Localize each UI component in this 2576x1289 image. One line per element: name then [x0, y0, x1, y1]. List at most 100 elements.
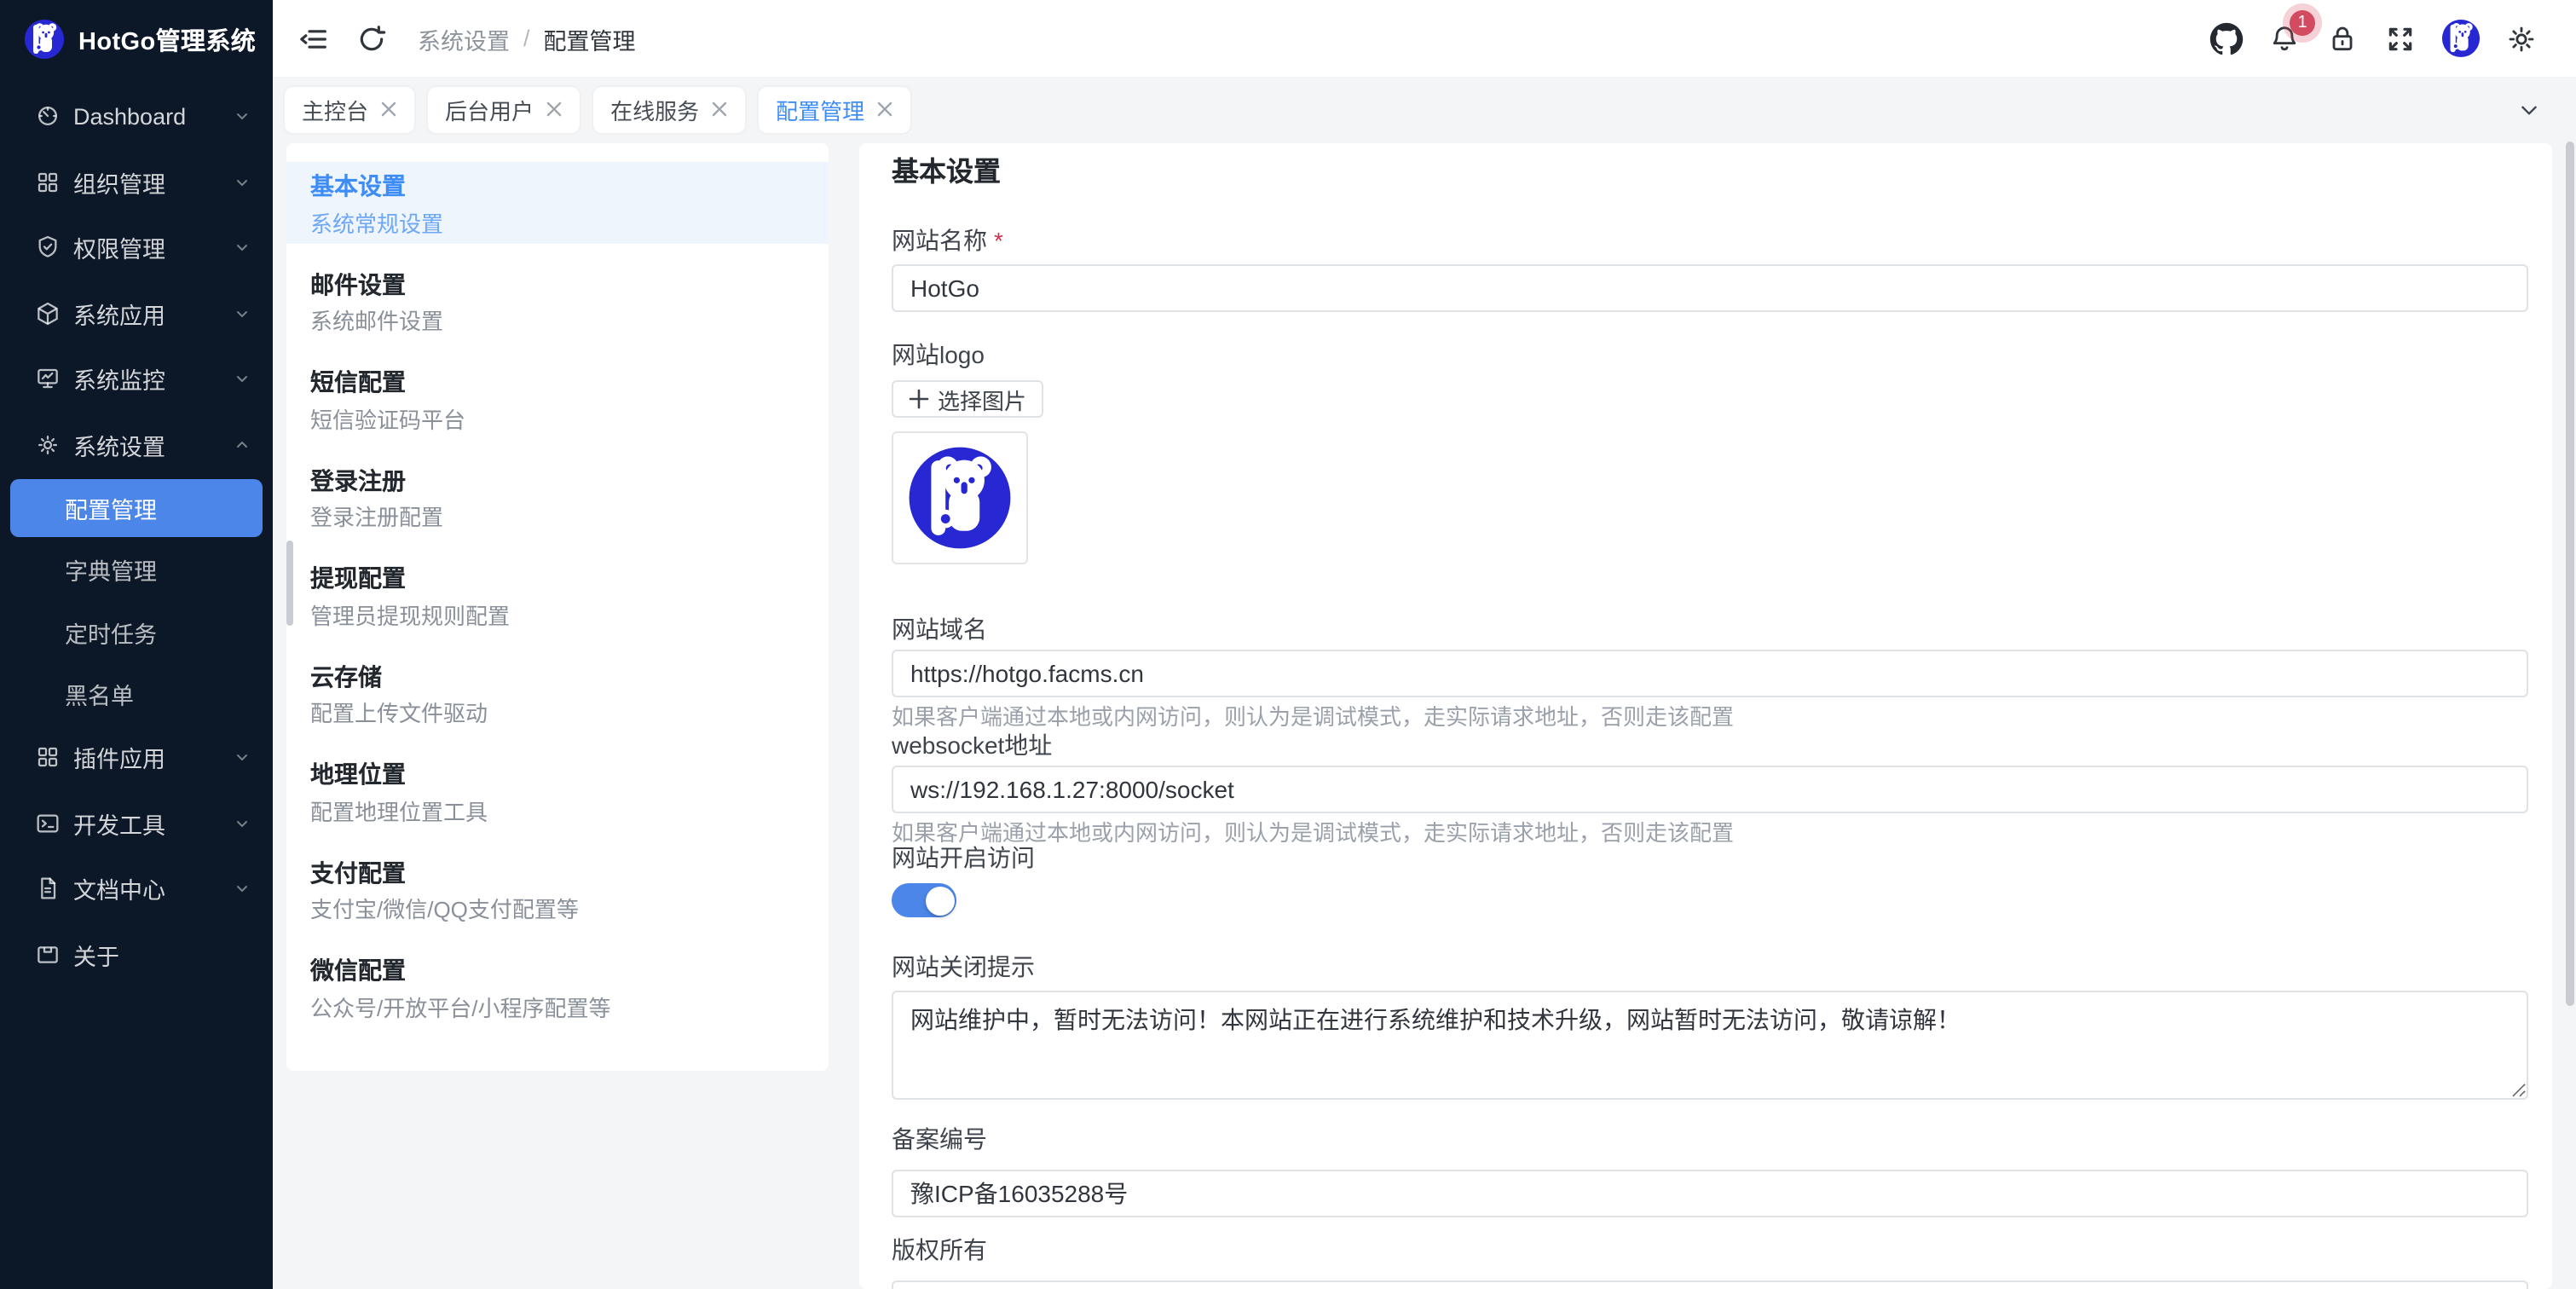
sidebar-subitem-cron-tasks[interactable]: 定时任务 [10, 603, 263, 661]
sidebar-item-monitoring[interactable]: 系统监控 [0, 348, 273, 409]
sidebar-item-label: 黑名单 [65, 677, 134, 711]
sidebar-item-permissions[interactable]: 权限管理 [0, 217, 273, 278]
fullscreen-icon[interactable] [2383, 21, 2417, 55]
section-desc: 配置地理位置工具 [310, 799, 805, 824]
settings-panel-scrollbar[interactable] [286, 540, 292, 626]
icp-input[interactable] [892, 1170, 2528, 1217]
section-desc: 支付宝/微信/QQ支付配置等 [310, 897, 805, 922]
close-icon[interactable] [546, 101, 563, 118]
required-asterisk: * [994, 227, 1003, 254]
sidebar-item-label: 文档中心 [73, 871, 232, 905]
settings-section-withdraw[interactable]: 提现配置 管理员提现规则配置 [286, 554, 829, 636]
dashboard-icon [34, 102, 61, 130]
close-icon[interactable] [380, 101, 397, 118]
page-scrollbar[interactable] [2565, 142, 2574, 1006]
site-open-toggle[interactable] [892, 883, 956, 917]
settings-section-login[interactable]: 登录注册 登录注册配置 [286, 456, 829, 538]
close-icon[interactable] [711, 101, 728, 118]
refresh-icon[interactable] [355, 21, 389, 55]
apps-grid-icon [34, 743, 61, 771]
section-desc: 管理员提现规则配置 [310, 603, 805, 628]
sidebar-item-dashboard[interactable]: Dashboard [0, 85, 273, 147]
breadcrumb: 系统设置 / 配置管理 [418, 21, 636, 55]
site-logo-label: 网站logo [892, 343, 2552, 367]
section-title: 云存储 [310, 662, 805, 690]
close-icon[interactable] [876, 101, 893, 118]
settings-gear-icon[interactable] [2504, 21, 2538, 55]
tab-options-chevron-icon[interactable] [2518, 99, 2540, 121]
breadcrumb-current: 配置管理 [544, 21, 636, 55]
sidebar-subitem-config-management[interactable]: 配置管理 [10, 479, 263, 537]
settings-section-email[interactable]: 邮件设置 系统邮件设置 [286, 260, 829, 342]
settings-section-basic[interactable]: 基本设置 系统常规设置 [286, 162, 829, 244]
sidebar-item-system-apps[interactable]: 系统应用 [0, 282, 273, 344]
section-desc: 系统常规设置 [310, 211, 805, 236]
tab-online-service[interactable]: 在线服务 [593, 86, 745, 132]
notifications-button[interactable]: 1 [2267, 21, 2302, 55]
site-domain-input[interactable] [892, 650, 2528, 697]
websocket-input[interactable] [892, 766, 2528, 813]
close-tip-label: 网站关闭提示 [892, 955, 2552, 979]
settings-section-payment[interactable]: 支付配置 支付宝/微信/QQ支付配置等 [286, 848, 829, 930]
document-icon [34, 875, 61, 902]
breadcrumb-parent[interactable]: 系统设置 [418, 21, 510, 55]
pick-image-button[interactable]: 选择图片 [892, 380, 1043, 418]
sidebar-item-about[interactable]: 关于 [0, 923, 273, 985]
section-title: 地理位置 [310, 760, 805, 788]
sidebar-item-label: 组织管理 [73, 165, 232, 199]
site-name-input[interactable] [892, 264, 2528, 312]
tab-label: 在线服务 [610, 93, 699, 125]
tab-admin-users[interactable]: 后台用户 [428, 86, 580, 132]
sidebar-subitem-blacklist[interactable]: 黑名单 [10, 665, 263, 723]
tab-label: 配置管理 [776, 93, 864, 125]
sidebar-item-label: 关于 [73, 937, 252, 971]
avatar[interactable] [2441, 19, 2481, 58]
grid-icon [34, 168, 61, 195]
sidebar-item-label: 字典管理 [65, 553, 157, 587]
form-title: 基本设置 [892, 157, 2552, 191]
sidebar-subitem-dictionary[interactable]: 字典管理 [10, 541, 263, 599]
sidebar-item-organization[interactable]: 组织管理 [0, 151, 273, 212]
sidebar-item-docs[interactable]: 文档中心 [0, 858, 273, 919]
sidebar-item-plugins[interactable]: 插件应用 [0, 726, 273, 788]
close-tip-textarea[interactable]: 网站维护中，暂时无法访问！本网站正在进行系统维护和技术升级，网站暂时无法访问，敬… [892, 991, 2528, 1100]
collapse-sidebar-icon[interactable] [297, 21, 331, 55]
lock-icon[interactable] [2325, 21, 2359, 55]
sidebar-item-label: Dashboard [73, 103, 232, 129]
copyright-input[interactable] [892, 1280, 2528, 1289]
section-title: 微信配置 [310, 957, 805, 984]
site-logo-preview [892, 431, 1028, 564]
chevron-down-icon [232, 812, 252, 833]
chevron-down-icon [232, 878, 252, 899]
section-desc: 短信验证码平台 [310, 407, 805, 432]
settings-section-cloud-storage[interactable]: 云存储 配置上传文件驱动 [286, 652, 829, 734]
settings-section-sms[interactable]: 短信配置 短信验证码平台 [286, 358, 829, 440]
avatar-koala-icon [2441, 19, 2481, 58]
notification-badge: 1 [2290, 9, 2315, 35]
chevron-down-icon [232, 106, 252, 126]
chevron-down-icon [232, 368, 252, 389]
section-title: 提现配置 [310, 564, 805, 592]
app-logo-row[interactable]: HotGo管理系统 [0, 0, 273, 78]
tab-dashboard[interactable]: 主控台 [285, 86, 414, 132]
sidebar-item-label: 插件应用 [73, 740, 232, 774]
tab-bar: 主控台 后台用户 在线服务 配置管理 [273, 77, 2576, 142]
section-desc: 配置上传文件驱动 [310, 701, 805, 726]
section-title: 邮件设置 [310, 270, 805, 298]
sidebar-item-system-settings[interactable]: 系统设置 [0, 413, 273, 475]
settings-category-panel: 基本设置 系统常规设置 邮件设置 系统邮件设置 短信配置 短信验证码平台 登录注… [286, 143, 829, 1071]
frame-icon [34, 940, 61, 968]
tab-config-management[interactable]: 配置管理 [759, 86, 910, 132]
section-title: 支付配置 [310, 858, 805, 886]
terminal-icon [34, 809, 61, 836]
sidebar-item-dev-tools[interactable]: 开发工具 [0, 792, 273, 853]
settings-section-geo[interactable]: 地理位置 配置地理位置工具 [286, 750, 829, 832]
app-title: HotGo管理系统 [78, 21, 256, 57]
websocket-help: 如果客户端通过本地或内网访问，则认为是调试模式，走实际请求地址，否则走该配置 [892, 822, 2552, 844]
chevron-down-icon [232, 747, 252, 767]
tab-label: 主控台 [302, 93, 368, 125]
settings-section-wechat[interactable]: 微信配置 公众号/开放平台/小程序配置等 [286, 946, 829, 1028]
github-icon[interactable] [2209, 21, 2244, 55]
section-title: 短信配置 [310, 368, 805, 396]
pick-image-button-label: 选择图片 [938, 383, 1026, 415]
